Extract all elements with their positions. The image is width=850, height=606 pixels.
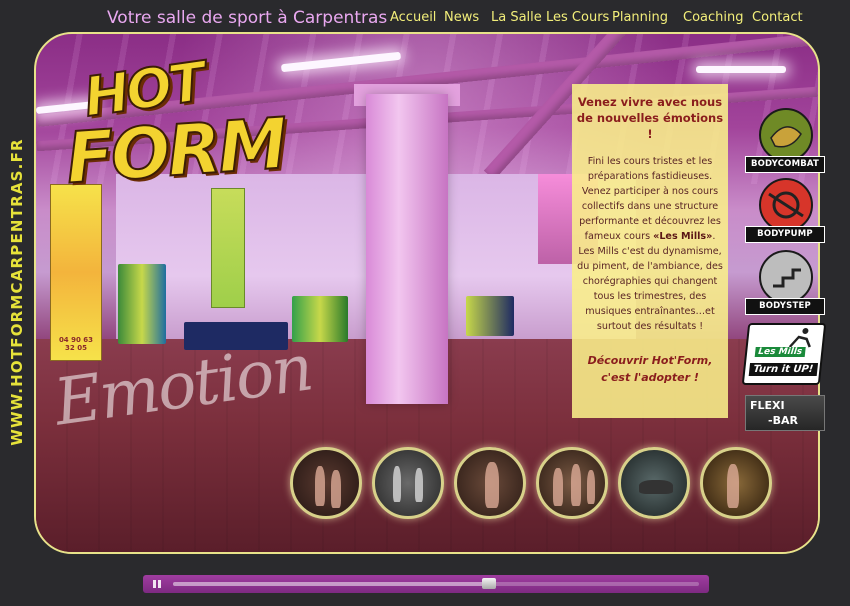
equipment-rack	[466, 296, 514, 336]
bodystep-icon	[759, 250, 813, 304]
nav-news[interactable]: News	[444, 10, 479, 25]
bodycombat-label: BODYCOMBAT	[745, 156, 825, 173]
bodypump-icon	[759, 178, 813, 232]
poster-phone: 04 90 63 32 05	[58, 336, 94, 352]
media-player	[143, 575, 709, 593]
panel-body-text: Fini les cours tristes et les préparatio…	[579, 156, 721, 242]
main-nav: Accueil News La Salle Les Cours Planning…	[390, 10, 850, 30]
nav-les-cours[interactable]: Les Cours	[546, 10, 609, 25]
bodycombat-icon	[759, 108, 813, 162]
flexibar-line2: -BAR	[768, 414, 798, 427]
nav-planning[interactable]: Planning	[612, 10, 668, 25]
panel-heading: Venez vivre avec nous de nouvelles émoti…	[576, 95, 724, 141]
gallery-thumb[interactable]	[700, 447, 772, 519]
pause-button[interactable]	[145, 576, 169, 592]
bodystep-label: BODYSTEP	[745, 298, 825, 315]
panel-body-text: . Les Mills c'est du dynamisme, du pimen…	[577, 231, 723, 332]
gallery-thumb[interactable]	[290, 447, 362, 519]
pause-icon	[153, 580, 156, 588]
nav-contact[interactable]: Contact	[752, 10, 803, 25]
panel-body-strong: «Les Mills»	[653, 231, 713, 242]
flexibar-line1: FLEXI	[750, 399, 785, 412]
gallery-thumbnails	[290, 447, 780, 525]
flexibar-link[interactable]: FLEXI -BAR	[745, 395, 825, 431]
lesmills-tagline: Turn it UP!	[748, 363, 818, 376]
pillar	[366, 94, 448, 404]
pause-icon	[158, 580, 161, 588]
gallery-thumb[interactable]	[372, 447, 444, 519]
progress-slider-handle[interactable]	[481, 578, 496, 589]
lesmills-figure-icon	[788, 328, 811, 348]
hotform-logo: HOT FORM	[46, 49, 316, 204]
gallery-thumb[interactable]	[536, 447, 608, 519]
lesmills-title: Les Mills	[754, 347, 806, 357]
nav-accueil[interactable]: Accueil	[390, 10, 436, 25]
website-url: WWW.HOTFORMCARPENTRAS.FR	[8, 138, 26, 446]
poster-banner	[211, 188, 245, 308]
ceiling-light	[696, 66, 786, 73]
intro-panel: Venez vivre avec nous de nouvelles émoti…	[572, 84, 728, 418]
panel-body: Fini les cours tristes et les préparatio…	[576, 154, 724, 334]
progress-track[interactable]	[173, 578, 699, 589]
site-title: Votre salle de sport à Carpentras	[107, 8, 388, 28]
gallery-thumb[interactable]	[454, 447, 526, 519]
progress-fill	[173, 582, 489, 586]
poster-banner: 04 90 63 32 05	[50, 184, 102, 361]
nav-coaching[interactable]: Coaching	[683, 10, 744, 25]
equipment-rack	[118, 264, 166, 344]
gallery-thumb[interactable]	[618, 447, 690, 519]
hero-frame: 04 90 63 32 05 Emotion HOT FORM Venez vi…	[34, 32, 820, 554]
nav-la-salle[interactable]: La Salle	[491, 10, 542, 25]
lesmills-logo[interactable]: Les Mills Turn it UP!	[741, 323, 827, 385]
panel-footer: Découvrir Hot'Form, c'est l'adopter !	[587, 354, 713, 384]
logo-form: FORM	[62, 101, 288, 200]
bodypump-label: BODYPUMP	[745, 226, 825, 243]
